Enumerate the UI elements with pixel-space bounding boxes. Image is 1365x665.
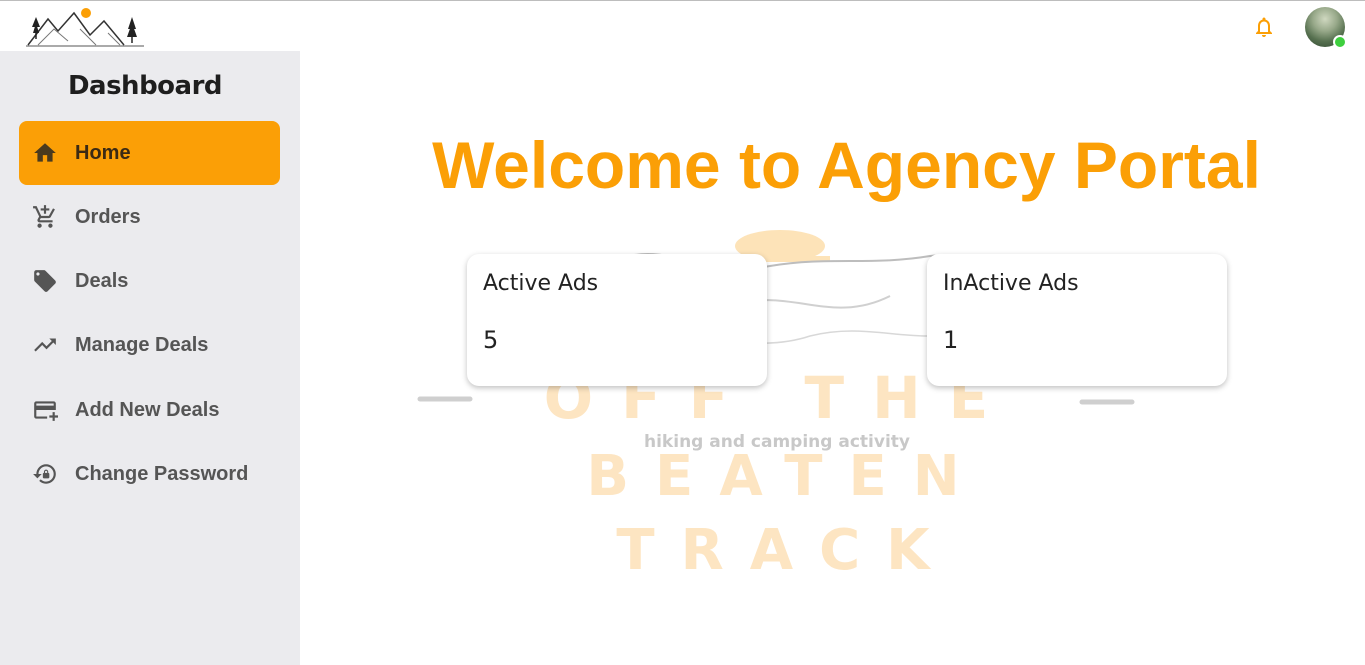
- sidebar-item-label: Manage Deals: [75, 333, 209, 356]
- card-title: InActive Ads: [943, 271, 1079, 296]
- page-title: Welcome to Agency Portal: [432, 128, 1261, 202]
- tag-icon: [32, 268, 58, 294]
- sidebar-item-orders[interactable]: Orders: [19, 185, 280, 249]
- sidebar-item-label: Add New Deals: [75, 398, 220, 421]
- sidebar-item-add-new-deals[interactable]: Add New Deals: [19, 378, 280, 442]
- mountains-logo-icon[interactable]: [24, 5, 146, 49]
- top-bar: [0, 0, 1365, 50]
- active-ads-card[interactable]: Active Ads 5: [467, 254, 767, 386]
- add-cart-icon: [32, 204, 58, 230]
- sidebar-item-home[interactable]: Home: [19, 121, 280, 185]
- card-title: Active Ads: [483, 271, 599, 296]
- sidebar: Dashboard Home Orders Deals Manage Deals…: [0, 51, 300, 665]
- card-value: 5: [483, 326, 499, 354]
- watermark-line3: TRACK: [616, 518, 955, 583]
- sidebar-item-label: Home: [75, 141, 131, 164]
- lock-reset-icon: [32, 461, 58, 487]
- card-value: 1: [943, 326, 959, 354]
- sidebar-item-label: Deals: [75, 269, 129, 292]
- bell-icon[interactable]: [1252, 15, 1276, 39]
- sidebar-item-change-password[interactable]: Change Password: [19, 442, 280, 506]
- sidebar-item-label: Change Password: [75, 462, 249, 485]
- sidebar-item-deals[interactable]: Deals: [19, 249, 280, 313]
- watermark-line2: BEATEN: [586, 444, 985, 509]
- online-status-dot: [1333, 35, 1347, 49]
- trending-up-icon: [32, 332, 58, 358]
- main-content: OFF THE hiking and camping activity BEAT…: [300, 51, 1365, 665]
- home-icon: [32, 140, 58, 166]
- sidebar-item-manage-deals[interactable]: Manage Deals: [19, 313, 280, 377]
- sidebar-title: Dashboard: [67, 71, 223, 101]
- inactive-ads-card[interactable]: InActive Ads 1: [927, 254, 1227, 386]
- sidebar-item-label: Orders: [75, 205, 141, 228]
- add-card-icon: [32, 397, 58, 423]
